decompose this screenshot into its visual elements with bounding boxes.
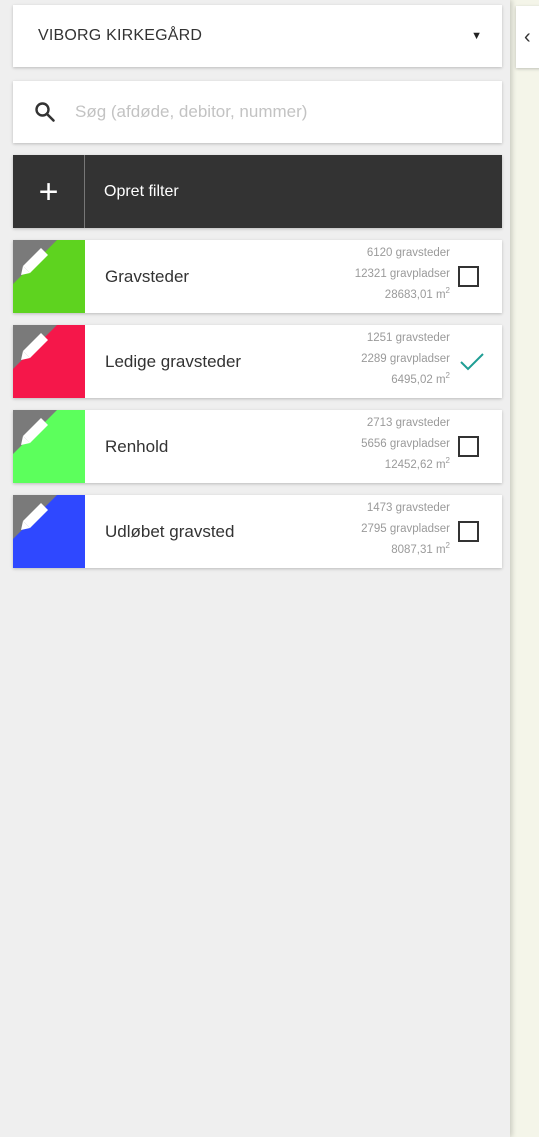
search-bar: [13, 81, 502, 143]
filter-name: Ledige gravsteder: [105, 351, 242, 371]
plus-icon-glyph: +: [38, 172, 59, 211]
search-input[interactable]: [75, 102, 484, 122]
side-panel: VIBORG KIRKEGÅRD ▼ + Opret filter: [0, 0, 510, 1137]
gravsteder-count: 1473 gravsteder: [366, 502, 450, 514]
gravsteder-count: 2713 gravsteder: [366, 417, 450, 429]
filter-name: Gravsteder: [105, 266, 190, 286]
filter-toggle[interactable]: [458, 410, 502, 483]
gravsteder-count: 6120 gravsteder: [366, 247, 450, 259]
area-value: 6495,02 m2: [391, 371, 450, 386]
cemetery-dropdown-label: VIBORG KIRKEGÅRD: [38, 27, 203, 44]
checkbox[interactable]: [458, 521, 479, 542]
filter-color-swatch: [13, 495, 85, 568]
chevron-left-icon: ‹: [524, 25, 531, 48]
filter-toggle[interactable]: [458, 495, 502, 568]
area-value: 8087,31 m2: [391, 541, 450, 556]
filter-color-swatch: [13, 410, 85, 483]
gravpladser-count: 5656 gravpladser: [361, 438, 450, 450]
filter-row[interactable]: Ledige gravsteder 1251 gravsteder 2289 g…: [13, 325, 502, 398]
checkmark-icon: [460, 352, 484, 370]
filter-name: Renhold: [105, 436, 169, 456]
create-filter-label: Opret filter: [104, 182, 179, 200]
edit-filter-button[interactable]: [13, 410, 85, 483]
area-value: 28683,01 m2: [384, 286, 450, 301]
area-value: 12452,62 m2: [384, 456, 450, 471]
filter-row[interactable]: Udløbet gravsted 1473 gravsteder 2795 gr…: [13, 495, 502, 568]
plus-icon: +: [13, 155, 85, 228]
filter-stats: 2713 gravsteder 5656 gravpladser 12452,6…: [338, 410, 458, 483]
cemetery-dropdown[interactable]: VIBORG KIRKEGÅRD ▼: [13, 5, 502, 67]
gravpladser-count: 12321 gravpladser: [354, 268, 450, 280]
filter-stats: 1251 gravsteder 2289 gravpladser 6495,02…: [338, 325, 458, 398]
filter-color-swatch: [13, 240, 85, 313]
search-icon: [35, 102, 55, 122]
edit-filter-button[interactable]: [13, 325, 85, 398]
filter-name: Udløbet gravsted: [105, 521, 235, 541]
filter-stats: 1473 gravsteder 2795 gravpladser 8087,31…: [338, 495, 458, 568]
create-filter-button[interactable]: + Opret filter: [13, 155, 502, 228]
checkbox[interactable]: [458, 266, 479, 287]
checkbox[interactable]: [458, 436, 479, 457]
chevron-down-icon: ▼: [471, 30, 482, 42]
filter-toggle[interactable]: [458, 240, 502, 313]
gravpladser-count: 2795 gravpladser: [361, 523, 450, 535]
gravpladser-count: 2289 gravpladser: [361, 353, 450, 365]
filter-toggle[interactable]: [458, 325, 502, 398]
filter-stats: 6120 gravsteder 12321 gravpladser 28683,…: [338, 240, 458, 313]
filter-color-swatch: [13, 325, 85, 398]
gravsteder-count: 1251 gravsteder: [366, 332, 450, 344]
edit-filter-button[interactable]: [13, 495, 85, 568]
filter-row[interactable]: Renhold 2713 gravsteder 5656 gravpladser…: [13, 410, 502, 483]
filter-row[interactable]: Gravsteder 6120 gravsteder 12321 gravpla…: [13, 240, 502, 313]
edit-filter-button[interactable]: [13, 240, 85, 313]
collapse-panel-button[interactable]: ‹: [516, 6, 539, 68]
